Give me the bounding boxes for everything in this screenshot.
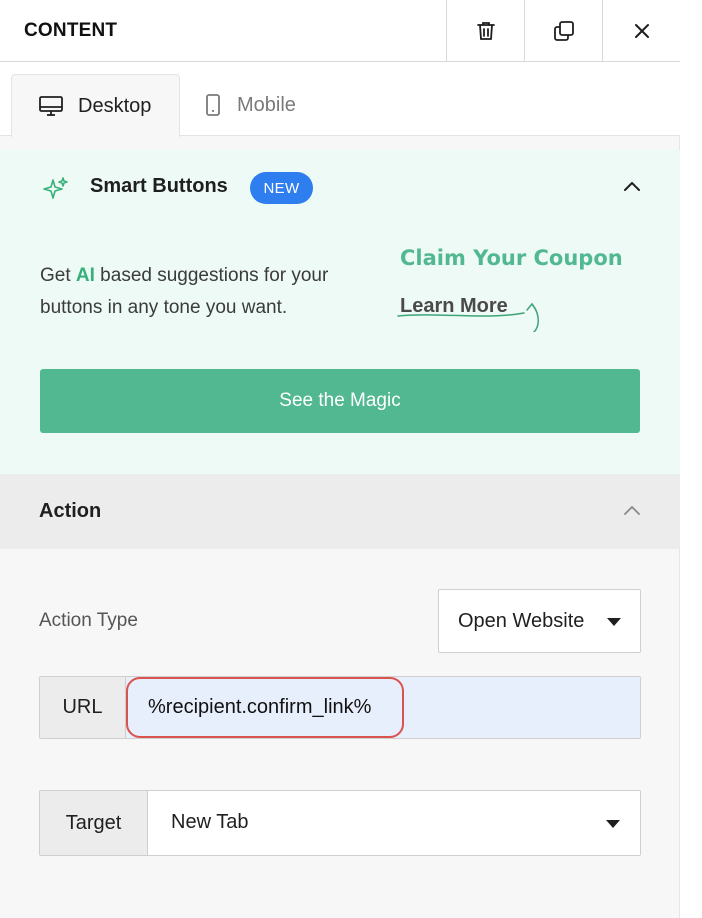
smart-buttons-header[interactable]: Smart Buttons NEW [0,150,680,226]
tab-desktop[interactable]: Desktop [11,74,180,137]
content-panel: CONTENT Desktop Mobile Smart Buttons NEW… [0,0,680,918]
caret-down-icon [607,618,621,626]
ai-highlight: AI [75,265,95,286]
tab-desktop-label: Desktop [78,94,152,117]
action-section-header[interactable]: Action [0,474,680,549]
example-primary-text: Claim Your Coupon [400,246,623,270]
close-icon [634,23,649,38]
panel-header: CONTENT [0,0,680,62]
right-edge-background [681,0,702,918]
see-magic-button[interactable]: See the Magic [40,369,640,433]
target-select[interactable]: Target New Tab [39,790,641,856]
smart-buttons-section: Smart Buttons NEW Get AI based suggestio… [0,150,680,474]
url-input[interactable] [127,677,640,738]
tab-mobile[interactable]: Mobile [203,74,296,136]
desktop-icon [39,96,63,116]
target-value: New Tab [171,811,249,833]
device-tabs: Desktop Mobile [0,62,680,137]
trash-icon [476,21,495,40]
strikethrough-arrow-icon [397,302,539,332]
action-type-value: Open Website [458,609,585,632]
duplicate-icon [553,20,574,41]
new-badge: NEW [250,172,313,204]
action-type-label: Action Type [39,610,138,631]
delete-button[interactable] [446,0,524,61]
panel-title: CONTENT [24,20,118,41]
close-button[interactable] [602,0,680,61]
duplicate-button[interactable] [524,0,602,61]
chevron-up-icon[interactable] [620,499,644,523]
smart-buttons-title: Smart Buttons [90,175,228,197]
tab-mobile-label: Mobile [237,93,296,116]
description-prefix: Get [40,265,76,286]
action-title: Action [39,500,102,522]
mobile-icon [206,94,220,116]
url-label: URL [40,677,126,738]
smart-buttons-description: Get AI based suggestions for your button… [40,260,380,324]
action-type-select[interactable]: Open Website [438,589,641,653]
target-label: Target [40,791,148,855]
caret-down-icon [606,820,620,828]
url-field-group: URL [39,676,641,739]
chevron-up-icon[interactable] [620,175,644,199]
sparkle-icon [43,177,68,199]
